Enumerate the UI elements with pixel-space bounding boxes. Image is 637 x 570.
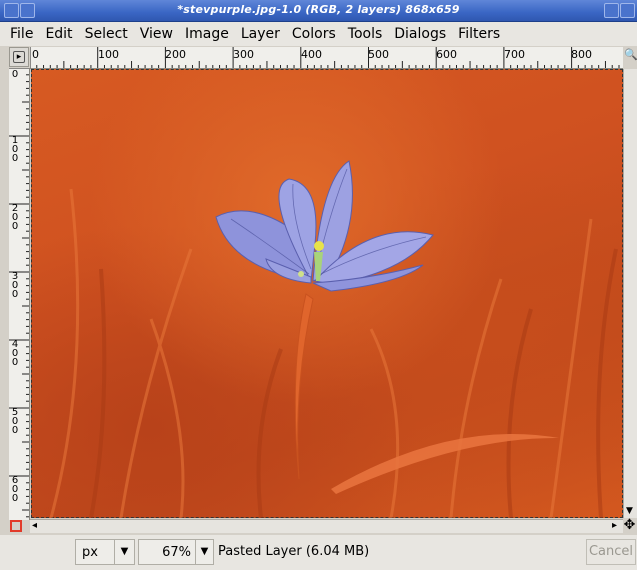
ruler-label: 500 [11,407,19,436]
window-title: *stevpurple.jpg-1.0 (RGB, 2 layers) 868x… [177,3,460,16]
vertical-ruler[interactable]: 0 100 200 300 400 500 600 [9,68,30,520]
flower-photo [49,160,618,518]
status-message: Pasted Layer (6.04 MB) [218,544,370,559]
unit-value: px [82,545,98,560]
ruler-label: 100 [98,48,119,61]
menu-view[interactable]: View [134,22,179,46]
menu-edit[interactable]: Edit [39,22,78,46]
ruler-label: 0 [11,69,19,80]
menu-tools[interactable]: Tools [342,22,389,46]
ruler-label: 300 [11,271,19,300]
scroll-right-icon[interactable]: ▸ [612,520,617,531]
ruler-label: 200 [165,48,186,61]
window-maximize-button[interactable] [604,3,619,18]
image-menu-button[interactable]: ▸ [9,47,29,67]
zoom-value: 67% [162,545,191,560]
menubar: File Edit Select View Image Layer Colors… [0,22,637,46]
ruler-label: 600 [11,475,19,504]
cancel-button[interactable]: Cancel [586,539,636,565]
window-titlebar[interactable]: *stevpurple.jpg-1.0 (RGB, 2 layers) 868x… [0,0,637,22]
menu-file[interactable]: File [4,22,39,46]
window-close-button[interactable] [620,3,635,18]
horizontal-ruler[interactable]: 0 100 200 300 400 500 600 700 800 [30,47,623,69]
ruler-label: 500 [368,48,389,61]
magnifier-icon[interactable]: 🔍 [624,48,637,66]
menu-dialogs[interactable]: Dialogs [388,22,452,46]
menu-select[interactable]: Select [79,22,134,46]
statusbar: px ▼ 67% ▼ Pasted Layer (6.04 MB) Cancel [0,535,637,570]
menu-colors[interactable]: Colors [286,22,342,46]
chevron-down-icon[interactable]: ▼ [114,540,134,564]
menu-filters[interactable]: Filters [452,22,506,46]
ruler-label: 200 [11,203,19,232]
menu-image[interactable]: Image [179,22,235,46]
horizontal-scrollbar[interactable]: ◂ ▸ [30,519,623,533]
menu-arrow-icon: ▸ [13,51,25,63]
zoom-select[interactable]: 67% ▼ [138,539,214,565]
image-canvas[interactable] [31,69,623,518]
navigate-move-icon[interactable]: ✥ [622,518,637,533]
scroll-left-icon[interactable]: ◂ [32,520,37,531]
vertical-scrollbar[interactable]: ▼ [623,69,637,518]
ruler-label: 300 [233,48,254,61]
menu-layer[interactable]: Layer [235,22,286,46]
ruler-label: 400 [301,48,322,61]
ruler-label: 800 [571,48,592,61]
ruler-label: 600 [436,48,457,61]
chevron-down-icon[interactable]: ▼ [195,540,213,564]
ruler-label: 0 [32,48,39,61]
ruler-label: 400 [11,339,19,368]
ruler-label: 700 [504,48,525,61]
unit-select[interactable]: px ▼ [75,539,135,565]
ruler-label: 100 [11,135,19,164]
quick-mask-icon[interactable] [10,520,22,532]
scroll-down-icon[interactable]: ▼ [626,506,633,516]
